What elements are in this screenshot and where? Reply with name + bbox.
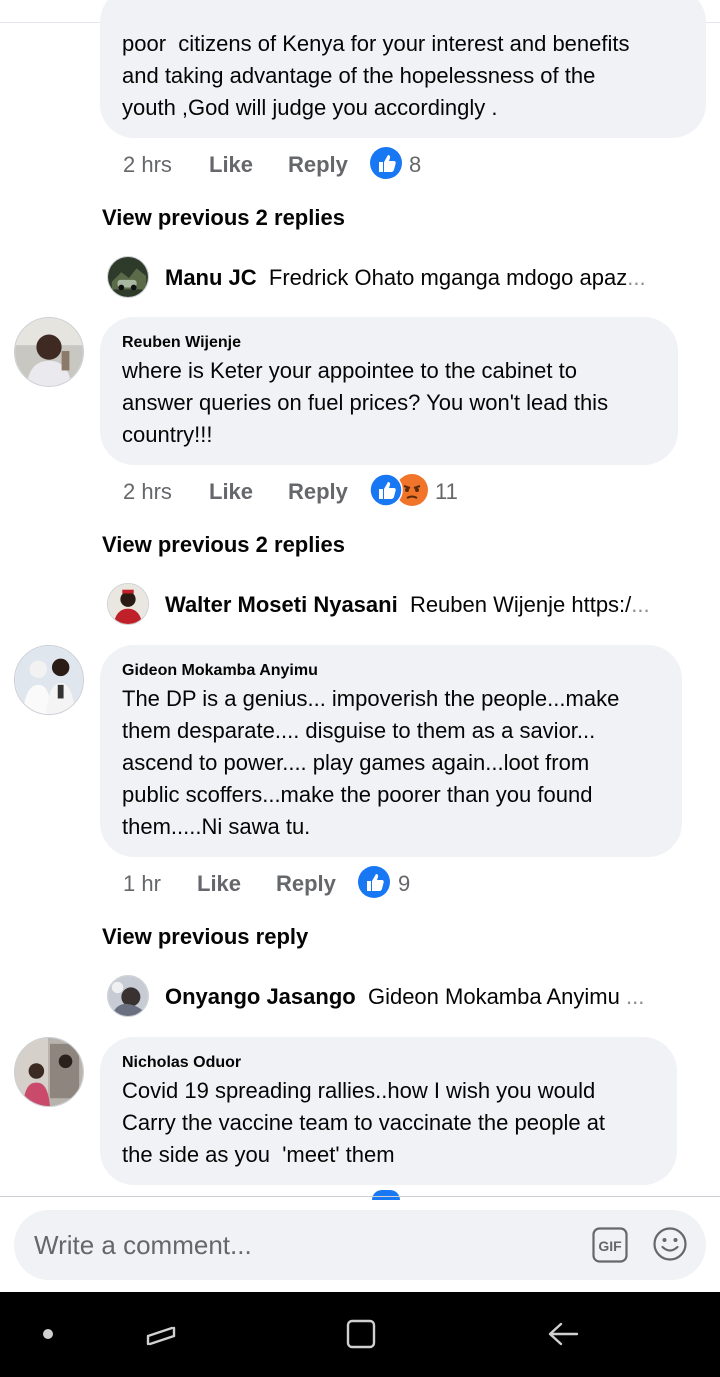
recent-apps-icon[interactable] xyxy=(143,1318,179,1354)
reaction-count[interactable]: 11 xyxy=(435,477,458,507)
smiley-icon[interactable] xyxy=(652,1226,688,1262)
comment-text: Covid 19 spreading rallies..how I wish y… xyxy=(122,1078,606,1167)
like-reaction-icon[interactable] xyxy=(369,146,403,180)
reply-button[interactable]: Reply xyxy=(276,869,336,899)
avatar[interactable] xyxy=(14,1037,84,1107)
like-reaction-icon xyxy=(372,1190,400,1200)
reply-ellipsis: ... xyxy=(627,265,646,290)
comment-timestamp: 2 hrs xyxy=(123,152,172,177)
reply-button[interactable]: Reply xyxy=(288,150,348,180)
view-previous-replies[interactable]: View previous reply xyxy=(102,924,308,950)
like-button[interactable]: Like xyxy=(209,477,253,507)
latest-reply-preview[interactable]: Walter Moseti Nyasani Reuben Wijenje htt… xyxy=(107,583,707,627)
latest-reply-preview[interactable]: Onyango Jasango Gideon Mokamba Anyimu ..… xyxy=(107,975,707,1019)
comment-text: poor citizens of Kenya for your interest… xyxy=(122,31,630,120)
reply-preview-text: Onyango Jasango Gideon Mokamba Anyimu ..… xyxy=(165,983,680,1011)
comment-author[interactable]: Nicholas Oduor xyxy=(122,1037,655,1073)
reply-snippet: Gideon Mokamba Anyimu xyxy=(367,984,626,1009)
avatar[interactable] xyxy=(107,256,149,298)
system-navigation-bar xyxy=(0,1292,720,1377)
comment-bubble[interactable]: Gideon Mokamba Anyimu The DP is a genius… xyxy=(100,645,682,857)
like-button[interactable]: Like xyxy=(209,150,253,180)
avatar[interactable] xyxy=(107,583,149,625)
home-icon[interactable] xyxy=(343,1318,379,1354)
dot-indicator-icon[interactable] xyxy=(30,1318,66,1354)
composer-divider xyxy=(0,1196,720,1197)
gif-label: GIF xyxy=(598,1238,622,1254)
latest-reply-preview[interactable]: Manu JC Fredrick Ohato mganga mdogo apaz… xyxy=(107,256,707,300)
reaction-count[interactable]: 9 xyxy=(398,869,410,899)
reply-snippet: Fredrick Ohato mganga mdogo apaz xyxy=(268,265,628,290)
view-previous-replies[interactable]: View previous 2 replies xyxy=(102,205,345,231)
comment-bubble[interactable]: Nicholas Oduor Covid 19 spreading rallie… xyxy=(100,1037,677,1185)
gif-icon[interactable]: GIF xyxy=(592,1227,628,1263)
reaction-count[interactable]: 8 xyxy=(409,150,421,180)
reply-snippet: Reuben Wijenje https:/ xyxy=(409,592,632,617)
like-button[interactable]: Like xyxy=(197,869,241,899)
comment-bubble[interactable]: Reuben Wijenje where is Keter your appoi… xyxy=(100,317,678,465)
reply-ellipsis: ... xyxy=(631,592,650,617)
reply-button[interactable]: Reply xyxy=(288,477,348,507)
back-icon[interactable] xyxy=(545,1318,581,1354)
comment-actions: 2 hrs Like Reply 8 xyxy=(123,147,443,180)
avatar[interactable] xyxy=(107,975,149,1017)
reply-author[interactable]: Manu JC xyxy=(165,265,257,290)
comment-author[interactable]: Gideon Mokamba Anyimu xyxy=(122,645,660,681)
reply-preview-text: Manu JC Fredrick Ohato mganga mdogo apaz… xyxy=(165,264,680,292)
reply-preview-text: Walter Moseti Nyasani Reuben Wijenje htt… xyxy=(165,591,680,619)
comment-composer: GIF xyxy=(14,1210,706,1280)
comment-actions: 2 hrs Like Reply 11 xyxy=(123,473,483,507)
avatar[interactable] xyxy=(14,317,84,387)
comment-text: where is Keter your appointee to the cab… xyxy=(122,358,609,447)
comment-text: The DP is a genius... impoverish the peo… xyxy=(122,686,620,839)
reply-ellipsis: ... xyxy=(625,984,645,1009)
comment-author[interactable]: Reuben Wijenje xyxy=(122,317,656,353)
reply-author[interactable]: Onyango Jasango xyxy=(165,984,356,1009)
like-reaction-icon[interactable] xyxy=(369,473,403,507)
comment-input[interactable] xyxy=(34,1210,574,1280)
comment-actions: 1 hr Like Reply 9 xyxy=(123,866,443,899)
like-reaction-icon[interactable] xyxy=(357,865,391,899)
avatar[interactable] xyxy=(14,645,84,715)
reply-author[interactable]: Walter Moseti Nyasani xyxy=(165,592,398,617)
view-previous-replies[interactable]: View previous 2 replies xyxy=(102,532,345,558)
comment-bubble[interactable]: poor citizens of Kenya for your interest… xyxy=(100,0,706,138)
comment-timestamp: 1 hr xyxy=(123,871,161,896)
comment-timestamp: 2 hrs xyxy=(123,479,172,504)
